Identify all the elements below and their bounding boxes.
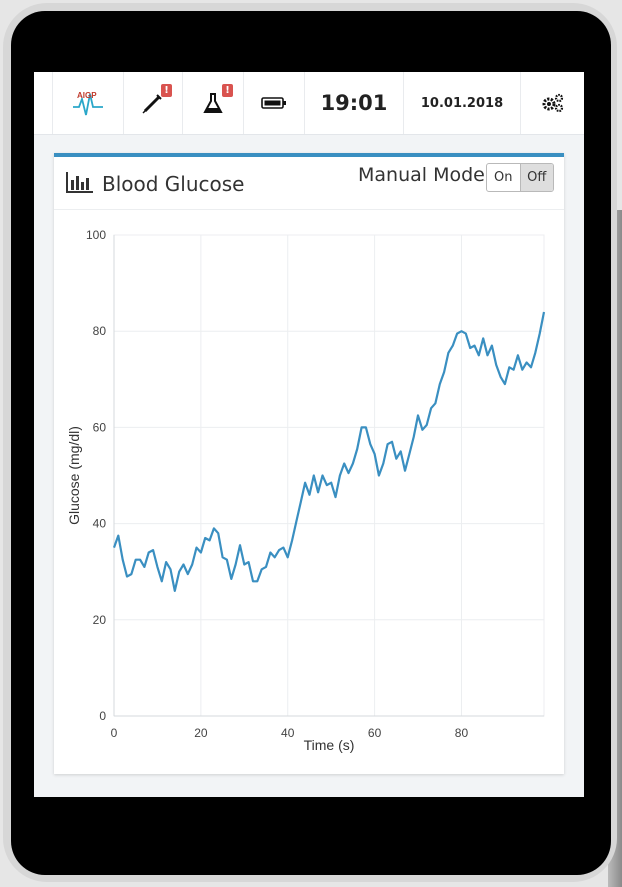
toggle-on-option[interactable]: On	[487, 164, 520, 191]
clock-cell: 19:01	[305, 72, 404, 134]
x-axis-label: Time (s)	[304, 737, 355, 753]
manual-mode-toggle[interactable]: On Off	[486, 163, 554, 192]
topbar-spacer	[34, 72, 53, 134]
settings-button[interactable]	[521, 72, 584, 134]
aigp-logo-button[interactable]: AIGP	[53, 72, 124, 134]
clock-time: 19:01	[320, 91, 388, 115]
battery-status	[244, 72, 305, 134]
x-tick-label: 0	[111, 726, 118, 740]
panel-title: Blood Glucose	[102, 172, 245, 196]
glucose-series-line	[112, 311, 546, 592]
current-date: 10.01.2018	[420, 95, 504, 111]
glucose-chart: 0 20 40 60 80 100 0 20 40 60 80 Time (s) Glucose (…	[66, 228, 546, 753]
gears-icon	[542, 93, 563, 113]
y-tick-label: 80	[93, 324, 107, 338]
plot-frame	[113, 234, 545, 717]
y-tick-label: 20	[93, 613, 107, 627]
aigp-logo-icon: AIGP	[73, 91, 103, 116]
app-screen: AIGP ! ! 19:01 10.01.2018 Blood Glucose …	[34, 72, 584, 797]
y-tick-label: 60	[93, 420, 107, 434]
x-tick-label: 60	[368, 726, 382, 740]
date-cell: 10.01.2018	[404, 72, 521, 134]
x-tick-label: 20	[194, 726, 208, 740]
y-tick-label: 100	[86, 228, 106, 242]
toggle-off-option[interactable]: Off	[519, 164, 553, 191]
bar-chart-icon	[66, 172, 93, 193]
pump-alert-badge: !	[161, 84, 172, 97]
sensor-button[interactable]: !	[183, 72, 244, 134]
insulin-pump-button[interactable]: !	[124, 72, 183, 134]
chart-ticks: 0 20 40 60 80 100 0 20 40 60 80	[86, 228, 469, 740]
chart-grid	[113, 234, 545, 717]
y-tick-label: 0	[99, 709, 106, 723]
y-axis-label: Glucose (mg/dl)	[66, 426, 82, 525]
x-tick-label: 80	[455, 726, 469, 740]
top-status-bar: AIGP ! ! 19:01 10.01.2018	[34, 72, 584, 135]
manual-mode-label: Manual Mode	[358, 164, 485, 186]
blood-glucose-panel: Blood Glucose Manual Mode On Off 0 20 40 60…	[54, 153, 564, 774]
sensor-alert-badge: !	[222, 84, 233, 97]
panel-header: Blood Glucose Manual Mode On Off	[54, 157, 564, 210]
y-tick-label: 40	[93, 517, 107, 531]
x-tick-label: 40	[281, 726, 295, 740]
battery-icon	[261, 97, 286, 109]
logo-text: AIGP	[77, 91, 97, 100]
flask-icon	[203, 93, 223, 113]
